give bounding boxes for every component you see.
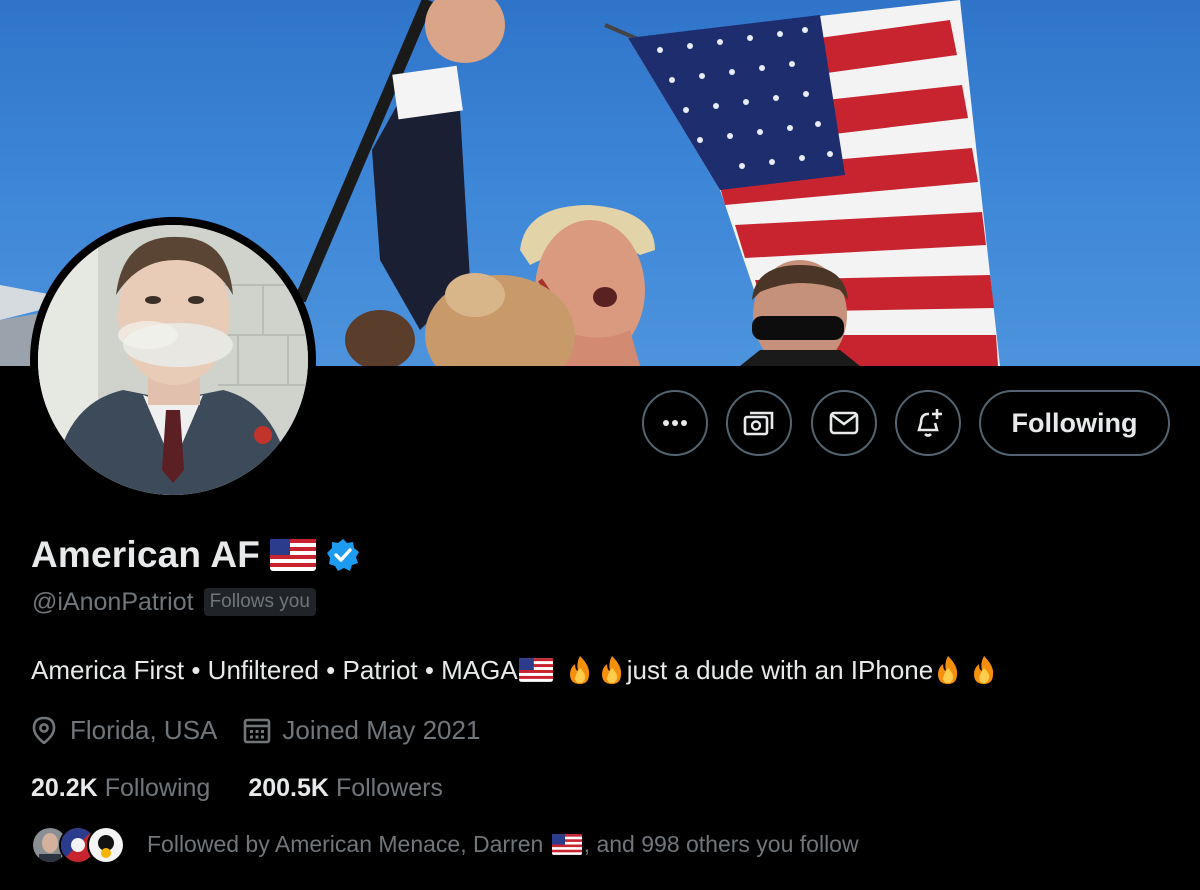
mutual-avatar — [87, 826, 125, 864]
followers-stat[interactable]: 200.5K Followers — [248, 774, 443, 803]
profile-meta: Florida, USA Joined May 2021 — [31, 711, 480, 749]
followers-count: 200.5K — [248, 773, 329, 802]
us-flag-icon — [551, 833, 582, 855]
money-icon — [743, 411, 774, 436]
profile-avatar[interactable] — [30, 217, 316, 503]
join-date-text: Joined May 2021 — [282, 714, 481, 745]
subscribe-button[interactable] — [726, 390, 792, 456]
notifications-button[interactable] — [895, 390, 961, 456]
handle-row: @iAnonPatriot Follows you — [32, 585, 316, 619]
fire-icon — [938, 656, 958, 684]
following-button[interactable]: Following — [979, 390, 1170, 456]
followers-label: Followers — [335, 773, 443, 802]
bio-text-part2: just a dude with an IPhone — [626, 654, 934, 685]
following-stat[interactable]: 20.2K Following — [31, 774, 210, 803]
followed-by-text-part1: Followed by American Menace, Darren — [147, 830, 550, 857]
follows-you-badge: Follows you — [203, 588, 316, 616]
us-flag-icon — [270, 539, 317, 571]
message-button[interactable] — [811, 390, 877, 456]
fire-icon — [601, 656, 621, 684]
following-count: 20.2K — [31, 773, 98, 802]
display-name: American AF — [31, 534, 261, 575]
location: Florida, USA — [31, 715, 217, 746]
handle: @iAnonPatriot — [32, 587, 194, 616]
following-label: Following — [104, 773, 211, 802]
bell-plus-icon — [917, 409, 942, 437]
followed-by[interactable]: Followed by American Menace, Darren , an… — [31, 824, 859, 864]
follow-stats: 20.2K Following 200.5K Followers — [31, 770, 443, 806]
bio-text-part1: America First • Unfiltered • Patriot • M… — [31, 654, 518, 685]
verified-badge-icon[interactable] — [326, 538, 360, 572]
mutual-followers-avatars — [31, 824, 127, 864]
us-flag-icon — [518, 658, 553, 682]
bio: America First • Unfiltered • Patriot • M… — [31, 650, 999, 690]
profile-name-row: American AF — [31, 530, 360, 580]
calendar-icon — [244, 718, 271, 744]
avatar-photo — [38, 225, 308, 495]
fire-icon — [974, 656, 994, 684]
more-button[interactable] — [642, 390, 708, 456]
fire-icon — [569, 656, 589, 684]
more-icon — [663, 420, 687, 426]
join-date: Joined May 2021 — [243, 715, 480, 746]
location-text: Florida, USA — [70, 714, 218, 745]
mail-icon — [829, 411, 859, 435]
followed-by-text-part2: , and 998 others you follow — [583, 830, 859, 857]
location-pin-icon — [32, 716, 56, 744]
